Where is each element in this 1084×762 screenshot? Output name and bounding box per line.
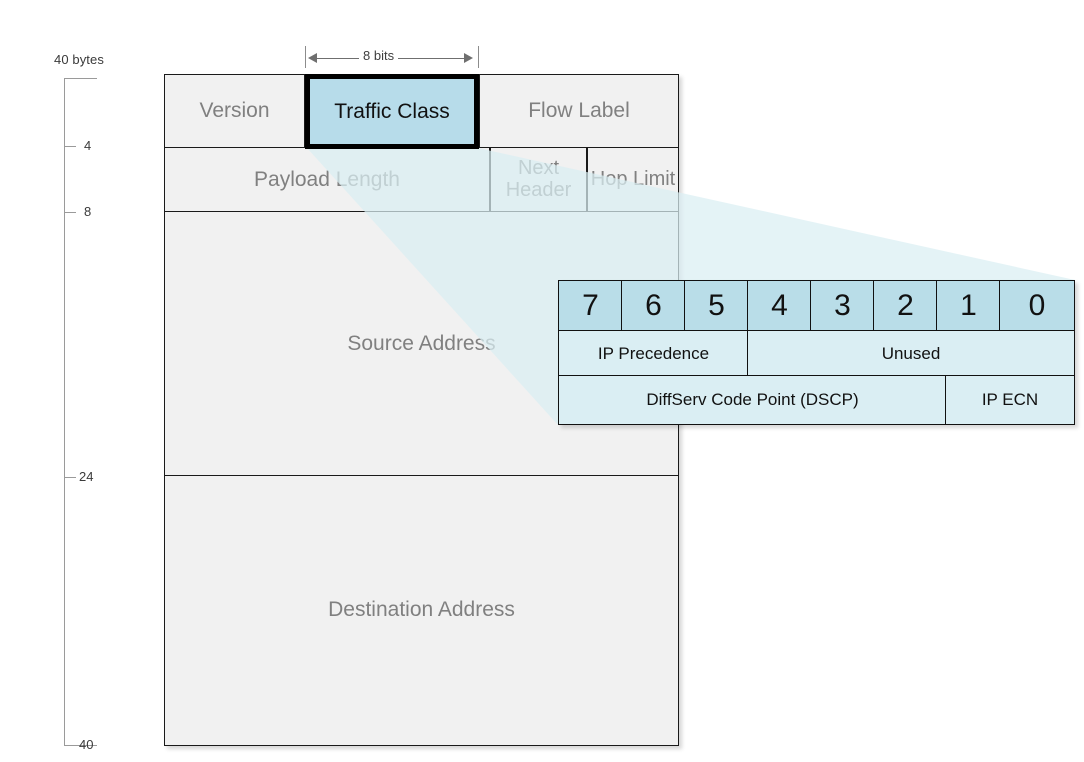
field-destination-address: Destination Address — [164, 475, 679, 746]
bit-cell-3: 3 — [810, 280, 875, 332]
bit-cell-7: 7 — [558, 280, 623, 332]
dimension-end-left — [305, 46, 306, 68]
field-ip-ecn: IP ECN — [945, 375, 1075, 425]
scale-tick-24 — [64, 477, 76, 478]
field-traffic-class-highlight[interactable]: Traffic Class — [305, 74, 479, 149]
arrow-left-icon — [308, 53, 317, 63]
traffic-class-detail-table: 7 6 5 4 3 2 1 0 IP Precedence Unused Dif… — [558, 280, 1075, 425]
field-hop-limit: Hop Limit — [587, 147, 679, 213]
scale-tick-label-24: 24 — [79, 469, 94, 484]
scale-tick-label-40: 40 — [79, 737, 94, 752]
bit-cell-4: 4 — [747, 280, 812, 332]
scale-tick-label-4: 4 — [84, 138, 92, 153]
field-payload-length: Payload Length — [164, 147, 490, 213]
bit-cell-0: 0 — [999, 280, 1075, 332]
field-flow-label: Flow Label — [479, 74, 679, 149]
field-unused: Unused — [747, 330, 1075, 377]
scale-tick-4 — [64, 146, 76, 147]
bit-cell-6: 6 — [621, 280, 686, 332]
bit-cell-1: 1 — [936, 280, 1001, 332]
arrow-right-icon — [464, 53, 473, 63]
dimension-label: 8 bits — [359, 48, 399, 63]
bit-cell-2: 2 — [873, 280, 938, 332]
dimension-end-right — [478, 46, 479, 68]
scale-spine — [64, 78, 65, 746]
scale-tick-label-8: 8 — [84, 204, 92, 219]
diagram-canvas: 40 bytes 4 8 24 40 8 bits Version Flow L… — [0, 0, 1084, 762]
field-dscp: DiffServ Code Point (DSCP) — [558, 375, 947, 425]
field-ip-precedence: IP Precedence — [558, 330, 749, 377]
field-version: Version — [164, 74, 305, 149]
scale-tick-0 — [64, 78, 97, 79]
field-next-header: Next Header — [490, 147, 587, 213]
scale-tick-8 — [64, 212, 76, 213]
scale-caption: 40 bytes — [54, 52, 104, 67]
bit-cell-5: 5 — [684, 280, 749, 332]
